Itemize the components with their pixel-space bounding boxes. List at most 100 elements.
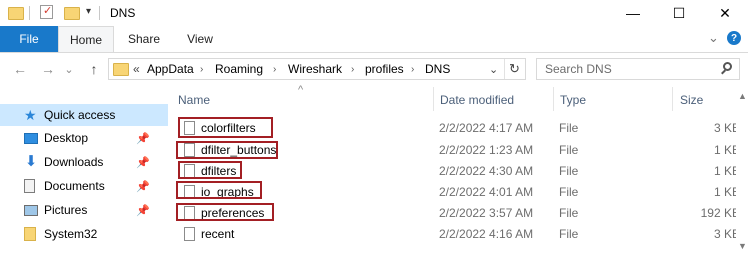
scroll-down-icon[interactable]: ▼ bbox=[738, 241, 747, 251]
sidebar-item-downloads[interactable]: ⬇ Downloads 📌 bbox=[0, 151, 152, 173]
file-size: 1 KB bbox=[713, 142, 740, 157]
tab-share[interactable]: Share bbox=[118, 26, 170, 52]
sidebar-item-desktop[interactable]: Desktop 📌 bbox=[0, 127, 152, 149]
highlight-box bbox=[178, 161, 242, 179]
pin-icon[interactable]: 📌 bbox=[136, 132, 150, 145]
address-dropdown-icon[interactable]: ⌄ bbox=[489, 59, 498, 79]
file-type: File bbox=[559, 205, 579, 220]
minimize-button[interactable]: — bbox=[610, 0, 656, 26]
search-box[interactable]: Search DNS bbox=[536, 58, 740, 80]
file-date: 2/2/2022 4:16 AM bbox=[439, 226, 534, 241]
title-divider bbox=[99, 6, 100, 20]
file-type: File bbox=[559, 163, 579, 178]
file-date: 2/2/2022 4:30 AM bbox=[439, 163, 534, 178]
file-date: 2/2/2022 3:57 AM bbox=[439, 205, 534, 220]
crumb-dns[interactable]: DNS bbox=[425, 59, 450, 79]
search-input[interactable]: Search DNS bbox=[545, 59, 612, 79]
refresh-icon[interactable]: ↻ bbox=[509, 59, 520, 79]
file-name-cell[interactable]: recent bbox=[184, 223, 234, 244]
sidebar-item-label: System32 bbox=[44, 227, 98, 241]
recent-locations-button[interactable]: ⌄ bbox=[62, 59, 76, 79]
tab-file[interactable]: File bbox=[0, 26, 58, 52]
column-divider[interactable] bbox=[433, 87, 434, 111]
search-icon-handle bbox=[721, 69, 726, 75]
forward-button[interactable]: → bbox=[38, 59, 58, 79]
new-folder-icon[interactable] bbox=[64, 7, 80, 20]
path-overflow[interactable]: « bbox=[133, 59, 140, 79]
pictures-icon bbox=[24, 204, 38, 216]
documents-icon bbox=[24, 179, 35, 193]
sidebar-item-system32[interactable]: System32 bbox=[0, 223, 152, 245]
toolbar-divider bbox=[29, 6, 30, 20]
window-title: DNS bbox=[110, 6, 136, 20]
highlight-box bbox=[176, 203, 274, 221]
sidebar-item-label: Downloads bbox=[44, 155, 104, 169]
up-button[interactable]: ↑ bbox=[84, 59, 104, 79]
sidebar-item-label: Pictures bbox=[44, 203, 88, 217]
file-date: 2/2/2022 1:23 AM bbox=[439, 142, 534, 157]
file-name: recent bbox=[201, 226, 235, 241]
tab-view[interactable]: View bbox=[174, 26, 226, 52]
sort-ascending-icon: ^ bbox=[298, 84, 304, 96]
sidebar-item-label: Desktop bbox=[44, 131, 89, 145]
address-bar[interactable]: « AppData › Roaming › Wireshark › profil… bbox=[108, 58, 526, 80]
sidebar-item-label: Quick access bbox=[44, 108, 116, 122]
highlight-box bbox=[176, 141, 278, 159]
desktop-icon bbox=[24, 132, 38, 144]
file-size: 3 KB bbox=[713, 120, 740, 135]
file-icon bbox=[184, 226, 195, 241]
column-divider[interactable] bbox=[672, 87, 673, 111]
file-row[interactable]: dfilters 2/2/2022 4:30 AM File 1 KB bbox=[168, 160, 748, 181]
folder-icon bbox=[113, 63, 129, 76]
close-button[interactable]: ✕ bbox=[702, 0, 748, 26]
properties-icon[interactable]: ✓ bbox=[40, 5, 53, 19]
crumb-wireshark[interactable]: Wireshark bbox=[288, 59, 342, 79]
scrollbar[interactable]: ▲ ▼ bbox=[736, 87, 748, 254]
column-header-type[interactable]: Type bbox=[560, 87, 586, 113]
download-icon: ⬇ bbox=[24, 153, 38, 170]
sidebar-item-quick-access[interactable]: ★ Quick access bbox=[0, 104, 168, 126]
sidebar-item-label: Documents bbox=[44, 179, 105, 193]
file-type: File bbox=[559, 142, 579, 157]
address-divider bbox=[504, 59, 505, 79]
crumb-profiles[interactable]: profiles bbox=[365, 59, 404, 79]
file-date: 2/2/2022 4:01 AM bbox=[439, 184, 534, 199]
navigation-pane: ★ Quick access Desktop 📌 ⬇ Downloads 📌 D… bbox=[0, 87, 168, 254]
column-header-name[interactable]: Name bbox=[178, 87, 210, 113]
file-type: File bbox=[559, 120, 579, 135]
crumb-separator[interactable]: › bbox=[273, 59, 276, 79]
crumb-separator[interactable]: › bbox=[351, 59, 354, 79]
expand-ribbon-icon[interactable]: ⌄ bbox=[708, 30, 719, 46]
pin-icon[interactable]: 📌 bbox=[136, 180, 150, 193]
highlight-box bbox=[176, 181, 262, 199]
file-size: 1 KB bbox=[713, 163, 740, 178]
pin-icon[interactable]: 📌 bbox=[136, 156, 150, 169]
file-size: 1 KB bbox=[713, 184, 740, 199]
crumb-separator[interactable]: › bbox=[200, 59, 203, 79]
highlight-box bbox=[178, 117, 273, 138]
star-icon: ★ bbox=[24, 107, 37, 123]
pin-icon[interactable]: 📌 bbox=[136, 204, 150, 217]
file-type: File bbox=[559, 184, 579, 199]
folder-icon bbox=[8, 7, 24, 20]
sidebar-item-documents[interactable]: Documents 📌 bbox=[0, 175, 152, 197]
sidebar-item-pictures[interactable]: Pictures 📌 bbox=[0, 199, 152, 221]
file-date: 2/2/2022 4:17 AM bbox=[439, 120, 534, 135]
crumb-roaming[interactable]: Roaming bbox=[215, 59, 263, 79]
back-button[interactable]: ← bbox=[10, 59, 30, 79]
scroll-up-icon[interactable]: ▲ bbox=[738, 91, 747, 101]
folder-icon bbox=[24, 227, 36, 241]
column-divider[interactable] bbox=[553, 87, 554, 111]
maximize-button[interactable]: ☐ bbox=[656, 0, 702, 26]
file-size: 3 KB bbox=[713, 226, 740, 241]
file-type: File bbox=[559, 226, 579, 241]
file-size: 192 KB bbox=[700, 205, 740, 220]
column-header-date[interactable]: Date modified bbox=[440, 87, 514, 113]
crumb-separator[interactable]: › bbox=[411, 59, 414, 79]
file-row[interactable]: recent 2/2/2022 4:16 AM File 3 KB bbox=[168, 223, 748, 244]
customize-toolbar-icon[interactable]: ▾ bbox=[86, 6, 91, 17]
column-header-size[interactable]: Size bbox=[680, 87, 703, 113]
crumb-appdata[interactable]: AppData bbox=[147, 59, 194, 79]
tab-home[interactable]: Home bbox=[58, 26, 114, 52]
help-icon[interactable]: ? bbox=[727, 31, 741, 45]
